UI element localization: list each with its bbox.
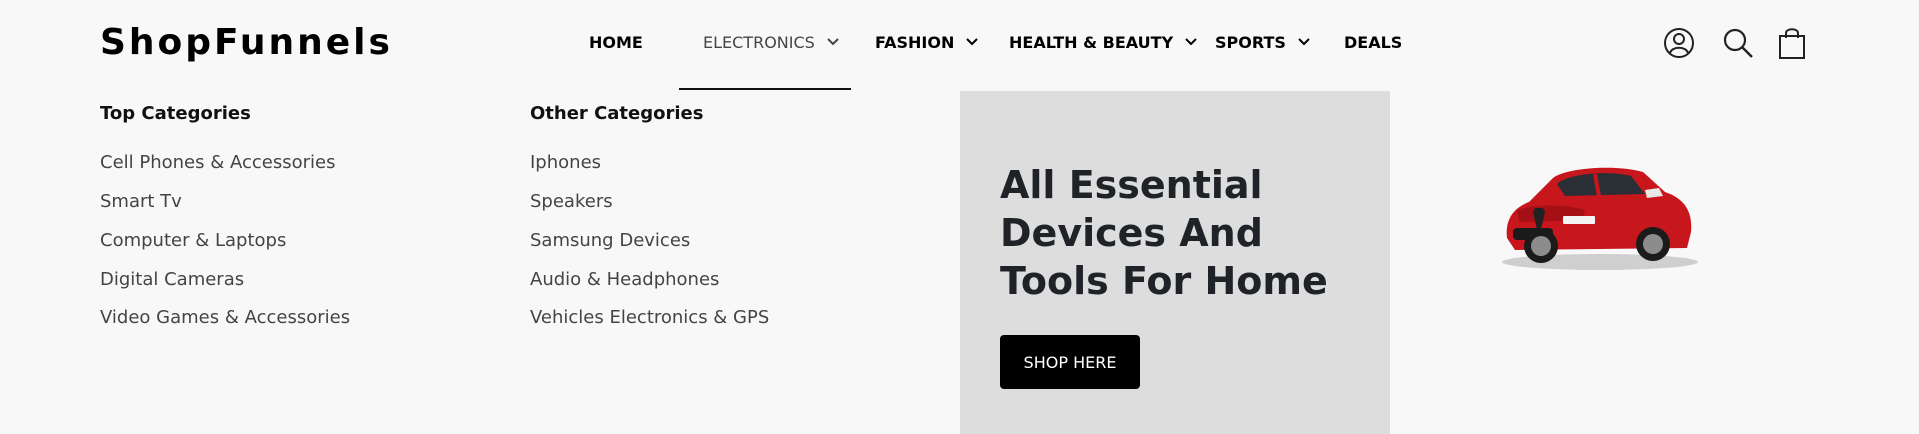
nav-electronics-label: ELECTRONICS <box>703 32 815 52</box>
nav-health-beauty[interactable]: HEALTH & BEAUTY <box>1009 30 1199 54</box>
brand-logo[interactable]: ShopFunnels <box>100 22 393 63</box>
nav-sports-label: SPORTS <box>1215 32 1286 52</box>
link-video-games[interactable]: Video Games & Accessories <box>100 307 350 328</box>
chevron-down-icon <box>827 38 839 46</box>
red-car-image <box>1502 167 1698 270</box>
link-speakers[interactable]: Speakers <box>530 191 613 212</box>
promo-banner: All Essential Devices And Tools For Home… <box>960 91 1390 434</box>
search-icon[interactable] <box>1721 26 1755 60</box>
other-categories-title: Other Categories <box>530 103 704 124</box>
shopping-bag-icon[interactable] <box>1775 26 1809 60</box>
nav-electronics[interactable]: ELECTRONICS <box>703 30 841 54</box>
nav-home[interactable]: HOME <box>589 30 643 54</box>
nav-deals-label: DEALS <box>1344 32 1403 52</box>
promo-heading: All Essential Devices And Tools For Home <box>1000 163 1328 303</box>
nav-fashion[interactable]: FASHION <box>875 30 980 54</box>
nav-health-beauty-label: HEALTH & BEAUTY <box>1009 32 1174 52</box>
nav-sports[interactable]: SPORTS <box>1215 30 1312 54</box>
link-digital-cameras[interactable]: Digital Cameras <box>100 269 244 290</box>
top-categories-title: Top Categories <box>100 103 251 124</box>
shop-here-button[interactable]: SHOP HERE <box>1000 335 1140 389</box>
chevron-down-icon <box>1185 38 1197 46</box>
nav-home-label: HOME <box>589 32 643 52</box>
link-vehicles-electronics[interactable]: Vehicles Electronics & GPS <box>530 307 769 328</box>
link-computer-laptops[interactable]: Computer & Laptops <box>100 230 286 251</box>
account-icon[interactable] <box>1662 26 1696 60</box>
site-header: ShopFunnels HOME ELECTRONICS FASHION HEA… <box>0 0 1919 90</box>
link-smart-tv[interactable]: Smart Tv <box>100 191 182 212</box>
nav-fashion-label: FASHION <box>875 32 955 52</box>
link-iphones[interactable]: Iphones <box>530 152 601 173</box>
link-cell-phones[interactable]: Cell Phones & Accessories <box>100 152 335 173</box>
chevron-down-icon <box>1298 38 1310 46</box>
link-samsung-devices[interactable]: Samsung Devices <box>530 230 690 251</box>
nav-deals[interactable]: DEALS <box>1344 30 1402 54</box>
chevron-down-icon <box>966 38 979 46</box>
link-audio-headphones[interactable]: Audio & Headphones <box>530 269 719 290</box>
